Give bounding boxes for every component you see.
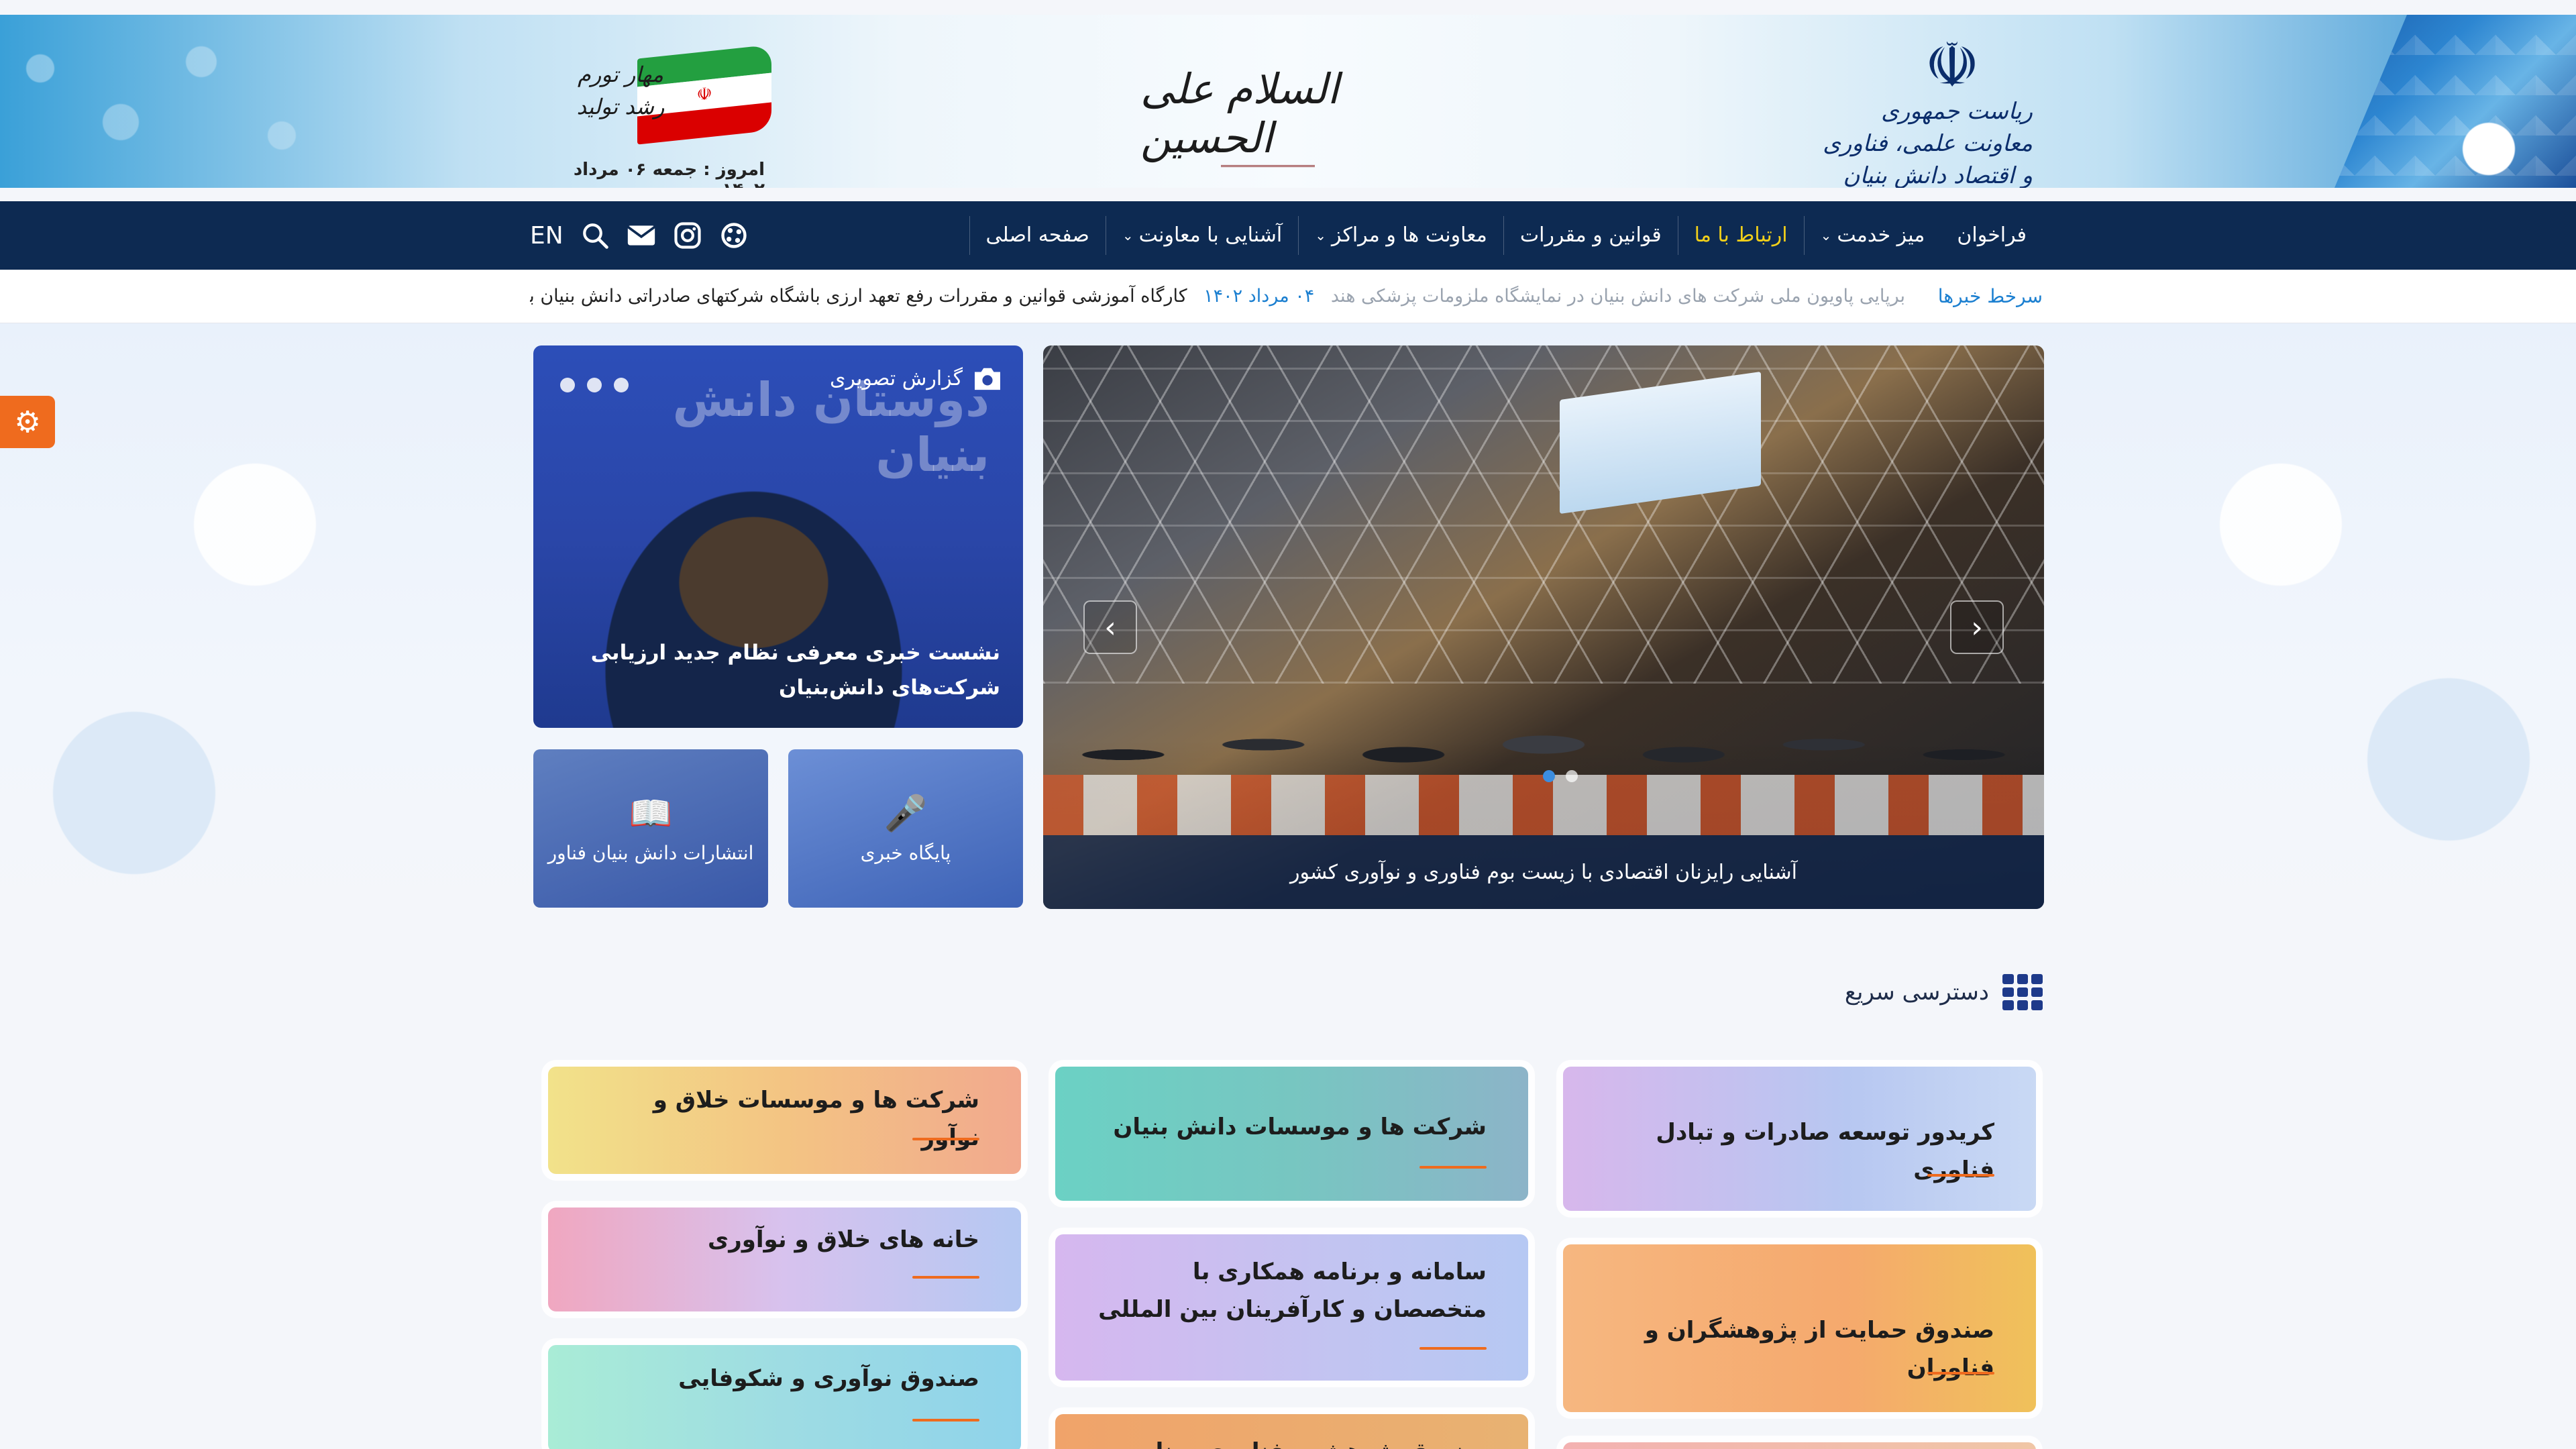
quick-access-card-innovation-houses[interactable]: خانه های خلاق و نوآوری [548,1208,1021,1311]
quick-access-label: سامانه و برنامه همکاری با متخصصان و کارآ… [1098,1258,1487,1323]
quick-access-label: صندوق نوآوری و شکوفایی [678,1365,979,1392]
salaam-calligraphy: السلام علی الحسین [1140,64,1395,167]
accent-bar [912,1276,979,1279]
quick-access-label: صندوق پژوهش و فناوری صنایع خلاق [1111,1433,1487,1449]
main-navbar: صفحه اصلی آشنایی با معاونت ⌄ معاونت ها و مر… [0,201,2576,270]
nav-item-label: ارتباط با ما [1694,223,1788,247]
photo-report-caption[interactable]: نشست خبری معرفی نظام جدید ارزیابی شرکت‌ه… [557,635,1000,705]
nav-item[interactable]: ارتباط با ما [1677,216,1804,255]
quick-access-card-international-experts[interactable]: سامانه و برنامه همکاری با متخصصان و کارآ… [1055,1234,1528,1381]
camera-icon [975,368,1000,390]
quick-access-card-innovation-fund[interactable]: صندوق نوآوری و شکوفایی [548,1345,1021,1449]
nav-item[interactable]: معاونت ها و مراکز ⌄ [1298,216,1503,255]
vice-presidency-title: معاونت علمی، فناوری و اقتصاد دانش بنیان [1823,130,2033,188]
nav-tools: EN [530,201,749,270]
nav-item-label: میز خدمت [1837,223,1925,247]
photo-report-title: گزارش تصویری [829,366,963,390]
nav-item-label: فراخوان [1957,223,2027,247]
quick-access-heading: دسترسی سریع [1845,974,2043,1010]
photo-report-header[interactable]: گزارش تصویری [830,366,1003,391]
quick-access-label: خانه های خلاق و نوآوری [708,1226,979,1253]
ticker-item[interactable]: کارگاه آموزشی قوانین و مقررات رفع تعهد ا… [530,286,1187,307]
organization-logo[interactable]: ریاست جمهوری معاونت علمی، فناوری و اقتصا… [1811,95,2033,188]
accent-bar [912,1419,979,1421]
carousel-dot[interactable] [614,378,629,392]
nav-item[interactable]: آشنایی با معاونت ⌄ [1105,216,1298,255]
chevron-down-icon: ⌄ [1122,227,1134,244]
gear-icon[interactable]: ⚙ [0,396,55,448]
nav-item-label: آشنایی با معاونت [1138,223,1283,247]
nav-item[interactable]: صفحه اصلی [969,216,1106,255]
grid-icon [2002,974,2043,1010]
search-icon[interactable] [581,221,609,250]
aparat-icon[interactable] [719,221,749,250]
news-ticker: سرخط خبرها برپایی پاویون ملی شرکت های دا… [0,270,2576,323]
slider-dots [1543,770,1578,782]
microphone-icon: 🎤 [883,794,928,834]
ticker-label[interactable]: سرخط خبرها [1938,270,2043,323]
english-language-link[interactable]: EN [530,222,564,250]
nav-item-label: قوانین و مقررات [1519,223,1662,247]
quick-access-card-researchers-fund[interactable]: صندوق حمایت از پژوهشگران و فناوران [1563,1244,2036,1412]
science-pattern-decoration [0,15,376,188]
presidency-title: ریاست جمهوری [1881,98,2033,125]
slide-photo-audience [1043,634,2044,835]
nav-item[interactable]: فراخوان [1941,216,2043,255]
quick-access-card-creative-industries-fund[interactable]: صندوق پژوهش و فناوری صنایع خلاق [1055,1414,1528,1449]
accent-bar [1419,1166,1487,1169]
quick-access-card-creative-companies[interactable]: شرکت ها و موسسات خلاق و نوآور [548,1067,1021,1174]
slider-next-button[interactable]: › [1950,600,2004,654]
news-base-label: پایگاه خبری [860,842,951,864]
instagram-icon[interactable] [674,221,702,250]
slider-prev-button[interactable]: ‹ [1083,600,1137,654]
book-icon: 📖 [629,794,673,834]
chevron-down-icon: ⌄ [1820,227,1832,244]
today-date: امروز : جمعه ۰۶ مرداد ۱۴۰۲ [573,160,765,188]
nav-item[interactable]: قوانین و مقررات [1503,216,1678,255]
quick-access-card-export-corridor[interactable]: کریدور توسعه صادرات و تبادل فناوری [1563,1067,2036,1211]
nav-item[interactable]: میز خدمت ⌄ [1803,216,1941,255]
chevron-down-icon: ⌄ [1315,227,1326,244]
carousel-dot[interactable] [560,378,575,392]
slide-caption[interactable]: آشنایی رایزنان اقتصادی با زیست بوم فناور… [1043,835,2044,909]
slider-dot[interactable] [1566,770,1578,782]
ticker-item[interactable]: برپایی پاویون ملی شرکت های دانش بنیان در… [1331,286,1905,307]
quick-access-title: دسترسی سریع [1844,979,1989,1006]
main-news-slider[interactable]: ‹ › آشنایی رایزنان اقتصادی با زیست بوم ف… [1043,345,2044,909]
photo-report-dots [560,378,629,392]
year-slogan: مهار تورم رشد تولید [576,62,665,119]
publications-label: انتشارات دانش بنیان فناور [547,842,754,864]
accent-bar [1927,1372,1994,1375]
iran-emblem-icon: ☫ [1924,29,1980,101]
quick-access-label: شرکت ها و موسسات خلاق و نوآور [653,1087,979,1151]
slider-dot[interactable] [1543,770,1555,782]
quick-access-label: شرکت ها و موسسات دانش بنیان [1113,1114,1487,1140]
calligraphy-flourish [1221,164,1315,167]
quick-access-label: صندوق حمایت از پژوهشگران و فناوران [1644,1317,1994,1381]
mail-icon[interactable] [627,224,656,247]
quick-access-card-partial[interactable] [1563,1442,2036,1449]
slide-photo-dome [1043,345,2044,684]
quick-access-label: کریدور توسعه صادرات و تبادل فناوری [1656,1119,1994,1183]
technology-collage-decoration [2334,15,2576,188]
accent-bar [912,1138,979,1140]
quick-access-card-knowledge-based-companies[interactable]: شرکت ها و موسسات دانش بنیان [1055,1067,1528,1201]
ticker-headlines[interactable]: برپایی پاویون ملی شرکت های دانش بنیان در… [530,270,1905,323]
photo-report-card[interactable]: دوستان دانش بنیان گزارش تصویری نشست خبری… [533,345,1023,728]
nav-item-label: صفحه اصلی [985,223,1089,247]
accent-bar [1927,1174,1994,1177]
nav-item-label: معاونت ها و مراکز [1332,223,1487,247]
ticker-date: ۰۴ مرداد ۱۴۰۲ [1203,286,1315,307]
carousel-dot[interactable] [587,378,602,392]
news-base-card[interactable]: 🎤 پایگاه خبری [788,749,1023,908]
header-banner: ☫ ریاست جمهوری معاونت علمی، فناوری و اقت… [0,15,2576,188]
nav-menu: صفحه اصلی آشنایی با معاونت ⌄ معاونت ها و مر… [969,201,2043,270]
accent-bar [1419,1347,1487,1350]
publications-card[interactable]: 📖 انتشارات دانش بنیان فناور [533,749,768,908]
salaam-text: السلام علی الحسین [1140,64,1339,162]
